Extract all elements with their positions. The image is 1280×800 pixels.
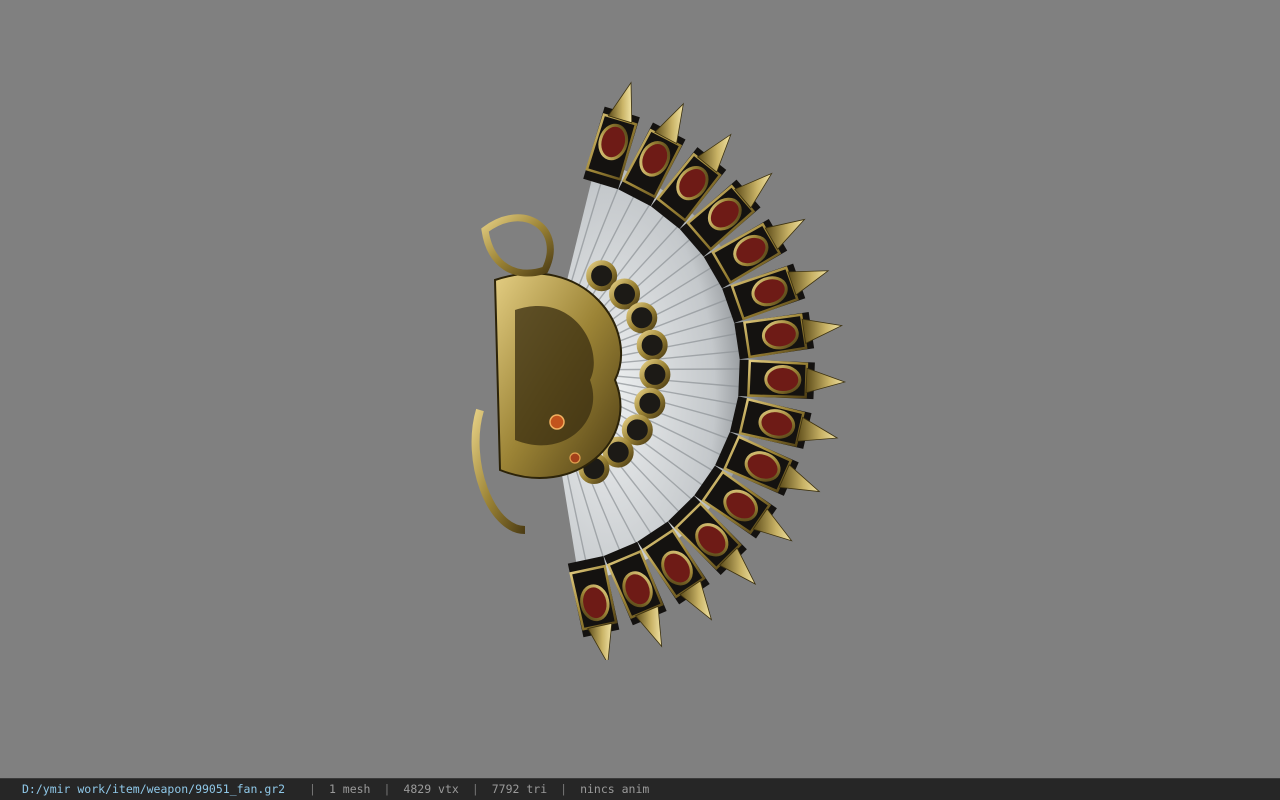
animation-status: nincs anim [580, 782, 650, 796]
vertex-count: 4829 vtx [403, 782, 459, 796]
mesh-count: 1 mesh [328, 782, 371, 796]
separator: | [383, 782, 391, 796]
fan-weapon-model [471, 81, 847, 660]
status-bar: D:/ymir work/item/weapon/99051_fan.gr2 |… [0, 778, 1280, 800]
separator: | [471, 782, 479, 796]
model-stats: | 1 mesh | 4829 vtx | 7792 tri | nincs anim [296, 779, 649, 800]
file-path: D:/ymir work/item/weapon/99051_fan.gr2 [22, 782, 286, 796]
triangle-count: 7792 tri [491, 782, 548, 796]
separator: | [560, 782, 568, 796]
separator: | [309, 782, 316, 796]
3d-viewport[interactable] [0, 0, 1280, 778]
